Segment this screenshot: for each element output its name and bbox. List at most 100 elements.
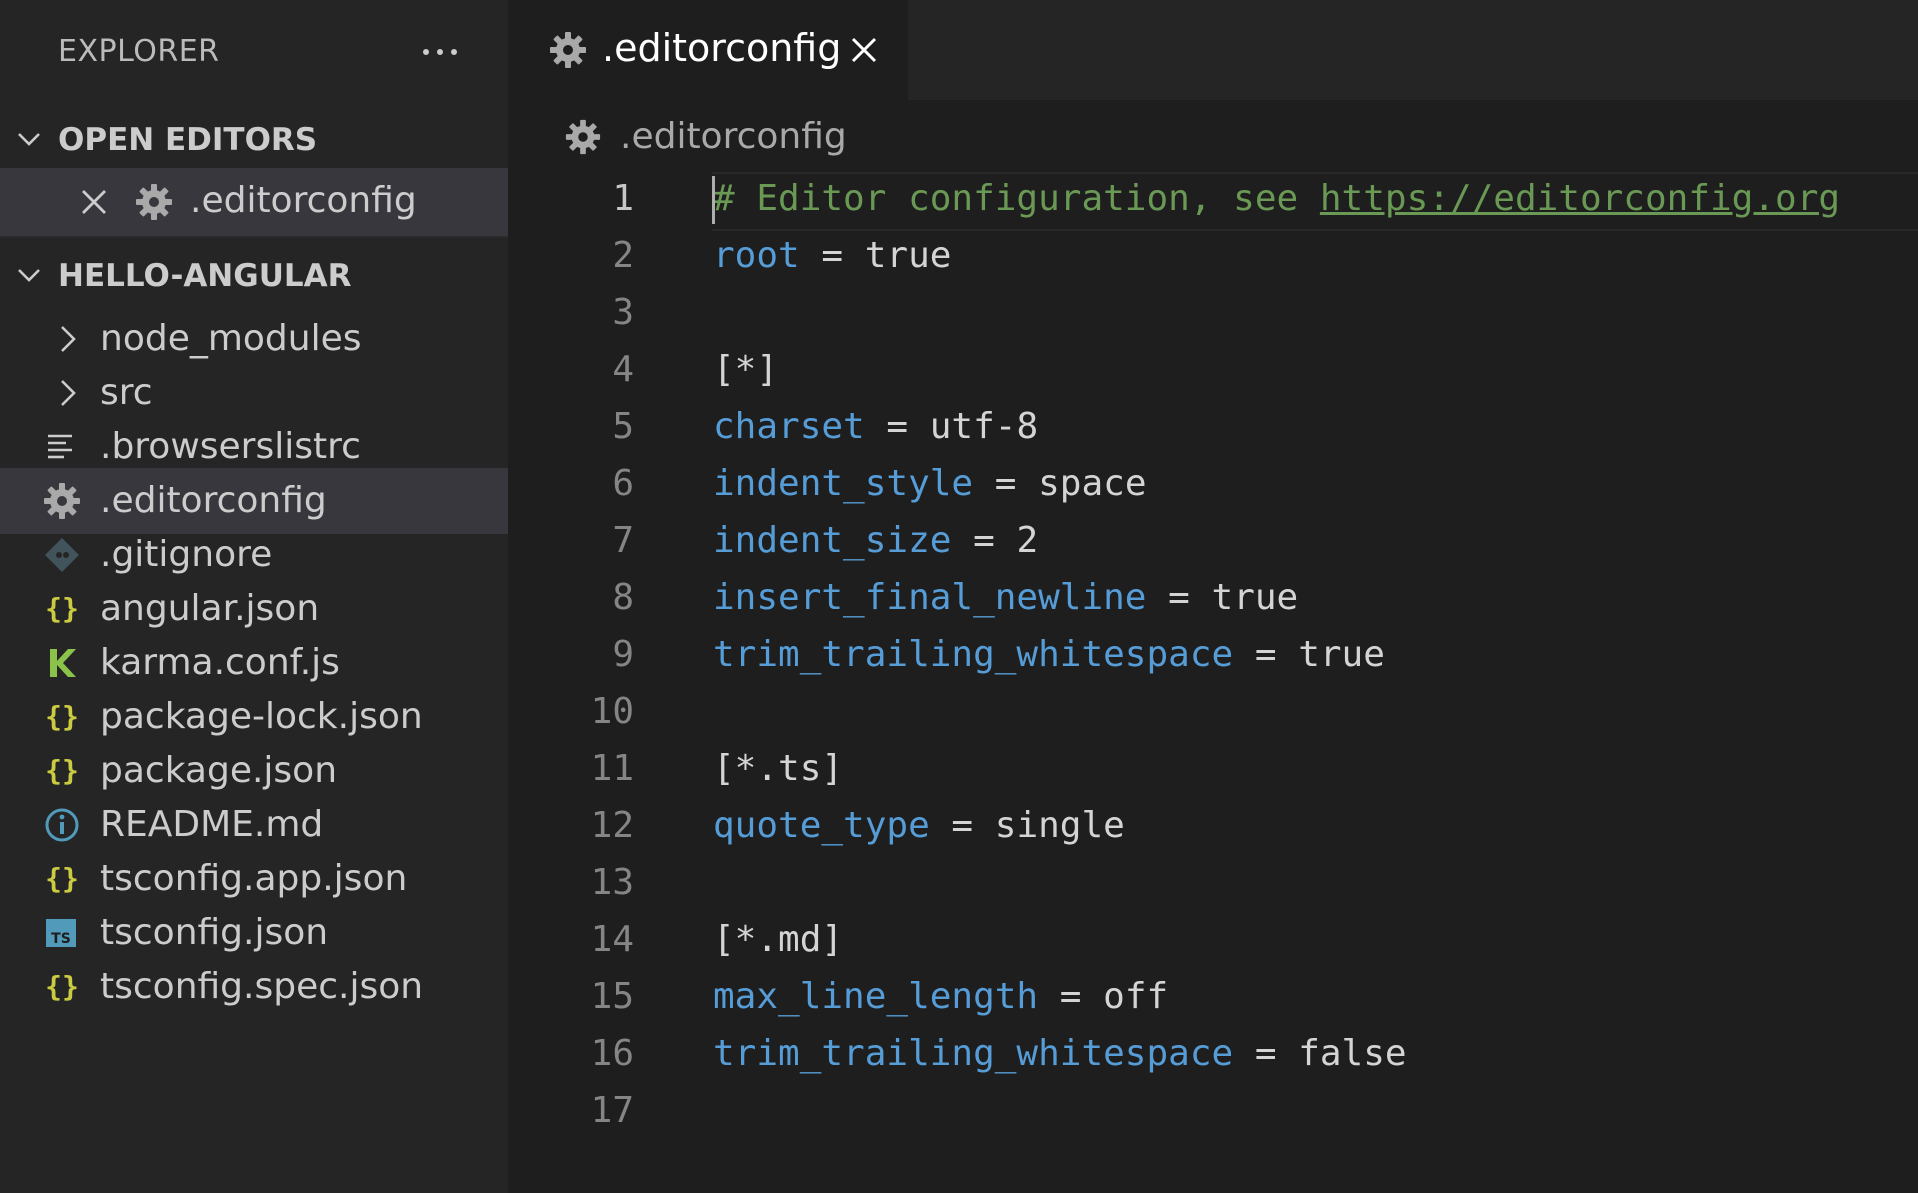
file-label: tsconfig.json <box>100 912 329 953</box>
line-code: indent_size = 2 <box>713 520 1038 561</box>
line-code: trim_trailing_whitespace = true <box>713 634 1385 675</box>
close-icon[interactable] <box>846 32 882 68</box>
ellipsis-icon[interactable] <box>418 30 462 74</box>
code-line[interactable]: 1 # Editor configuration, see https://edi… <box>508 172 1918 231</box>
code-token: trim_trailing_whitespace <box>713 1033 1234 1074</box>
karma-icon <box>42 643 82 683</box>
git-icon <box>42 535 82 575</box>
line-code: [*.ts] <box>713 748 843 789</box>
code-line[interactable]: 7 indent_size = 2 <box>508 514 1918 571</box>
code-line[interactable]: 11 [*.ts] <box>508 742 1918 799</box>
code-line[interactable]: 14 [*.md] <box>508 913 1918 970</box>
breadcrumb-label: .editorconfig <box>620 116 847 157</box>
code-token: = <box>1146 577 1212 618</box>
code-token: true <box>864 235 952 276</box>
code-line[interactable]: 12 quote_type = single <box>508 799 1918 856</box>
line-code: root = true <box>713 235 951 276</box>
svg-text:TS: TS <box>51 931 71 947</box>
line-code: quote_type = single <box>713 805 1125 846</box>
chevron-right-icon <box>48 373 88 413</box>
svg-text:{}: {} <box>45 700 79 733</box>
open-editor-item[interactable]: .editorconfig <box>0 168 508 238</box>
json-braces-icon: {} <box>42 967 82 1007</box>
file-label: package.json <box>100 750 338 791</box>
code-token: trim_trailing_whitespace <box>713 634 1234 675</box>
line-number: 14 <box>590 919 634 960</box>
code-token: [*.ts] <box>713 748 844 789</box>
open-editors-header[interactable]: OPEN EDITORS <box>0 108 508 170</box>
line-code: trim_trailing_whitespace = false <box>713 1033 1407 1074</box>
code-token: utf-8 <box>929 406 1039 447</box>
line-code: [*] <box>713 349 778 390</box>
code-token: = <box>951 520 1017 561</box>
code-token: insert_final_newline <box>713 577 1147 618</box>
code-token: single <box>994 805 1125 846</box>
gear-icon <box>42 481 82 521</box>
tab-editorconfig[interactable]: .editorconfig <box>508 0 908 100</box>
close-icon[interactable] <box>76 184 112 220</box>
code-token: = <box>864 406 930 447</box>
typescript-icon: TS <box>42 913 82 953</box>
json-braces-icon: {} <box>42 859 82 899</box>
json-braces-icon: {} <box>42 589 82 629</box>
breadcrumb[interactable]: .editorconfig <box>508 100 1918 172</box>
code-token: = <box>1233 634 1299 675</box>
project-header[interactable]: HELLO-ANGULAR <box>0 244 508 306</box>
line-code: # Editor configuration, see https://edit… <box>713 178 1840 219</box>
line-code: charset = utf-8 <box>713 406 1038 447</box>
code-line[interactable]: 9 trim_trailing_whitespace = true <box>508 628 1918 685</box>
file-label: .gitignore <box>100 534 273 575</box>
line-number: 6 <box>612 463 634 504</box>
code-editor[interactable]: 1 # Editor configuration, see https://edi… <box>508 172 1918 1193</box>
code-line[interactable]: 15 max_line_length = off <box>508 970 1918 1027</box>
line-number: 8 <box>612 577 634 618</box>
tab-bar: .editorconfig <box>508 0 1918 100</box>
file-label: src <box>100 372 153 413</box>
code-line[interactable]: 2 root = true <box>508 229 1918 286</box>
code-token: indent_size <box>713 520 952 561</box>
code-line[interactable]: 10 <box>508 685 1918 742</box>
url-link[interactable]: https://editorconfig.org <box>1320 178 1840 219</box>
line-number: 10 <box>590 691 634 732</box>
code-line[interactable]: 6 indent_style = space <box>508 457 1918 514</box>
code-line[interactable]: 13 <box>508 856 1918 913</box>
line-number: 16 <box>590 1033 634 1074</box>
json-braces-icon: {} <box>42 697 82 737</box>
chevron-down-icon <box>14 260 44 290</box>
chevron-down-icon <box>14 124 44 154</box>
file-label: README.md <box>100 804 324 845</box>
code-token: false <box>1298 1033 1407 1074</box>
open-editors-label: OPEN EDITORS <box>58 122 318 158</box>
file-label: angular.json <box>100 588 320 629</box>
line-number: 13 <box>590 862 634 903</box>
file-label: tsconfig.app.json <box>100 858 408 899</box>
code-line[interactable]: 17 <box>508 1084 1918 1141</box>
line-number: 11 <box>590 748 634 789</box>
code-line[interactable]: 16 trim_trailing_whitespace = false <box>508 1027 1918 1084</box>
line-number: 15 <box>590 976 634 1017</box>
code-token: quote_type <box>713 805 930 846</box>
file-item[interactable]: {} tsconfig.spec.json <box>0 954 508 1020</box>
code-line[interactable]: 5 charset = utf-8 <box>508 400 1918 457</box>
chevron-right-icon <box>48 319 88 359</box>
file-label: package-lock.json <box>100 696 423 737</box>
svg-text:{}: {} <box>45 970 79 1003</box>
code-token: # Editor configuration, see <box>713 178 1320 219</box>
code-token: [*] <box>713 349 779 390</box>
file-label: node_modules <box>100 318 362 359</box>
code-line[interactable]: 3 <box>508 286 1918 343</box>
line-number: 2 <box>612 235 634 276</box>
code-line[interactable]: 4 [*] <box>508 343 1918 400</box>
line-code: indent_style = space <box>713 463 1147 504</box>
info-icon <box>42 805 82 845</box>
explorer-title: EXPLORER <box>58 34 220 69</box>
code-token: charset <box>713 406 865 447</box>
svg-text:{}: {} <box>45 754 79 787</box>
code-token: root <box>713 235 800 276</box>
code-token: 2 <box>1016 520 1039 561</box>
line-number: 17 <box>590 1090 634 1131</box>
lines-icon <box>42 427 82 467</box>
svg-text:{}: {} <box>45 592 79 625</box>
code-line[interactable]: 8 insert_final_newline = true <box>508 571 1918 628</box>
gear-icon <box>564 118 602 156</box>
